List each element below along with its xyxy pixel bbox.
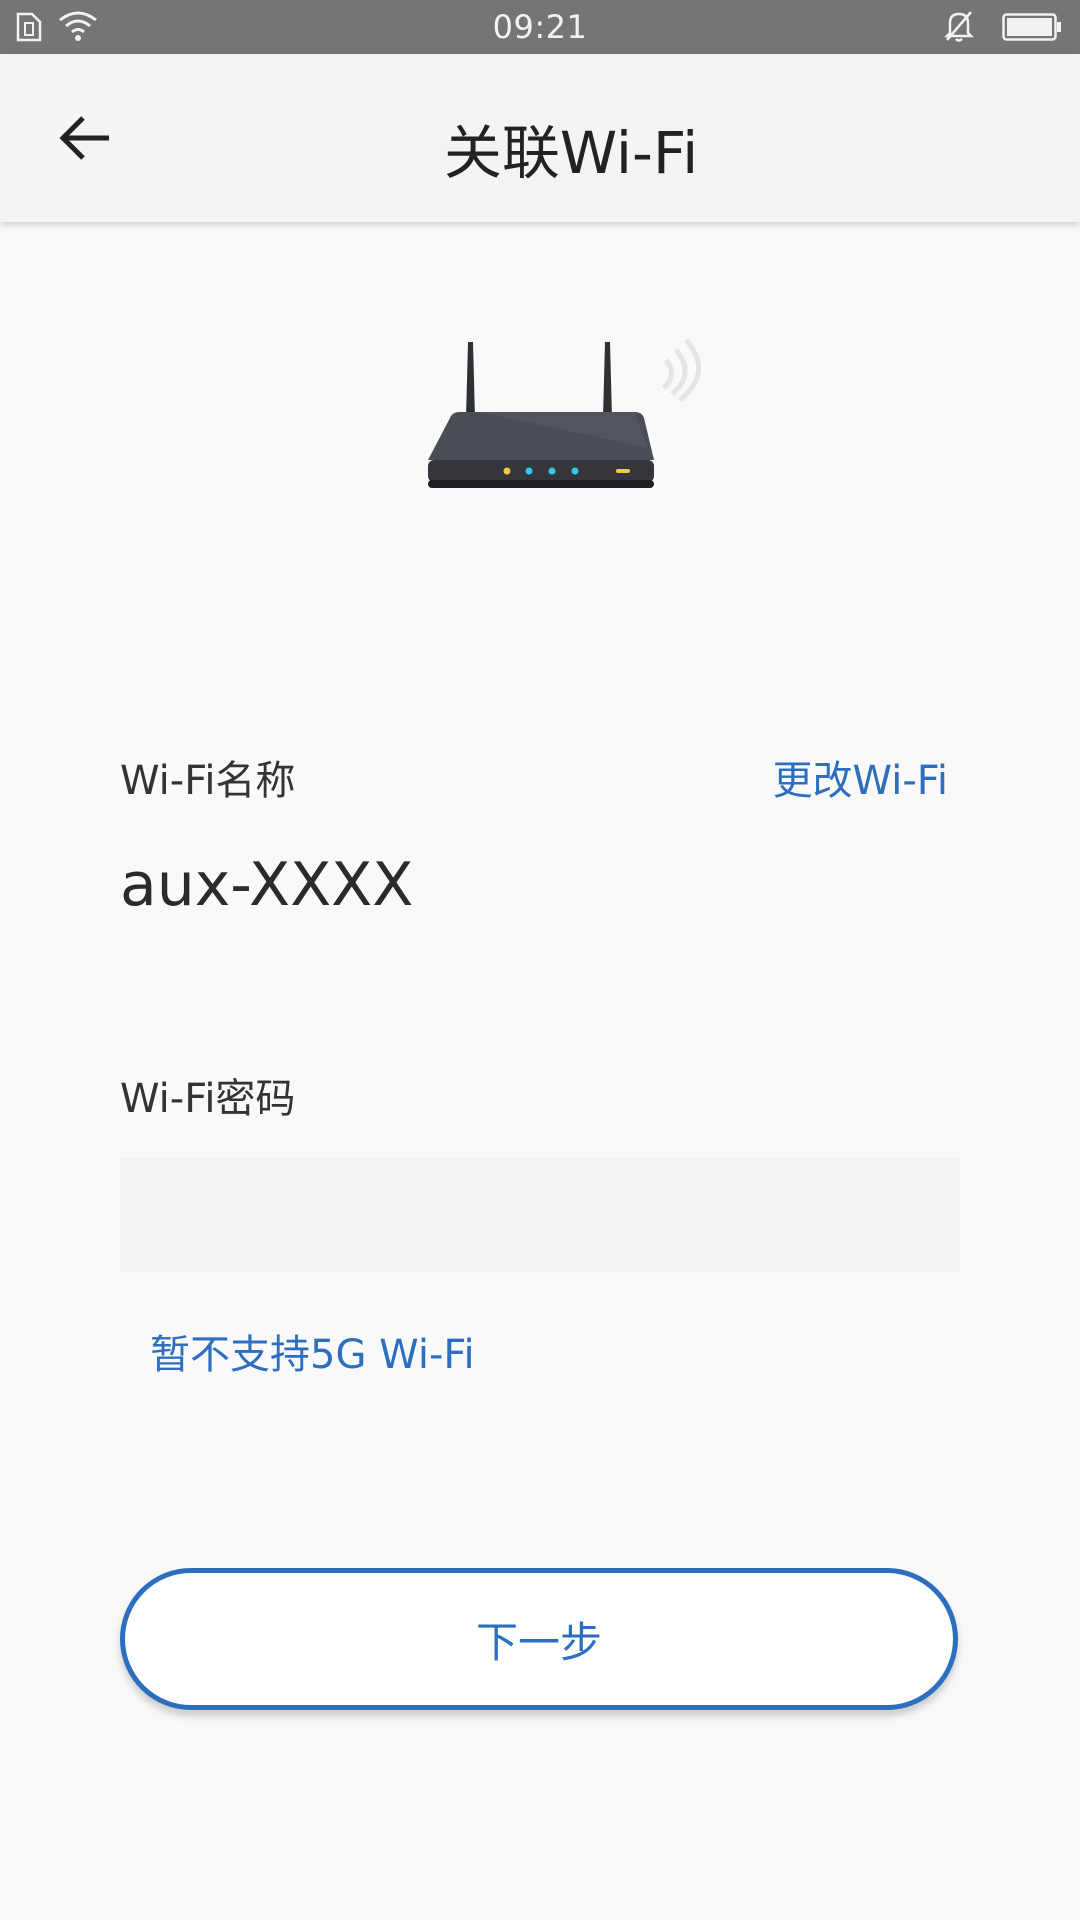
change-wifi-link[interactable]: 更改Wi-Fi bbox=[773, 748, 948, 806]
bell-muted-icon bbox=[943, 9, 975, 47]
next-button[interactable]: 下一步 bbox=[120, 1568, 958, 1710]
wifi-name-value: aux-XXXX bbox=[120, 850, 414, 920]
battery-icon bbox=[1002, 13, 1062, 45]
status-bar: 09:21 bbox=[0, 0, 1080, 54]
app-bar: 关联Wi-Fi bbox=[0, 54, 1080, 222]
no-5g-note: 暂不支持5G Wi-Fi bbox=[150, 1332, 475, 1378]
status-time: 09:21 bbox=[492, 8, 588, 46]
wifi-name-label: Wi-Fi名称 bbox=[120, 758, 296, 804]
screen: 09:21 关联Wi-Fi Wi-Fi名称 更改Wi-Fi aux-XXXX W… bbox=[0, 0, 1080, 1920]
wifi-password-input[interactable] bbox=[120, 1158, 960, 1272]
wifi-password-label: Wi-Fi密码 bbox=[120, 1076, 296, 1122]
router-icon bbox=[420, 330, 720, 524]
page-title: 关联Wi-Fi bbox=[443, 119, 699, 187]
